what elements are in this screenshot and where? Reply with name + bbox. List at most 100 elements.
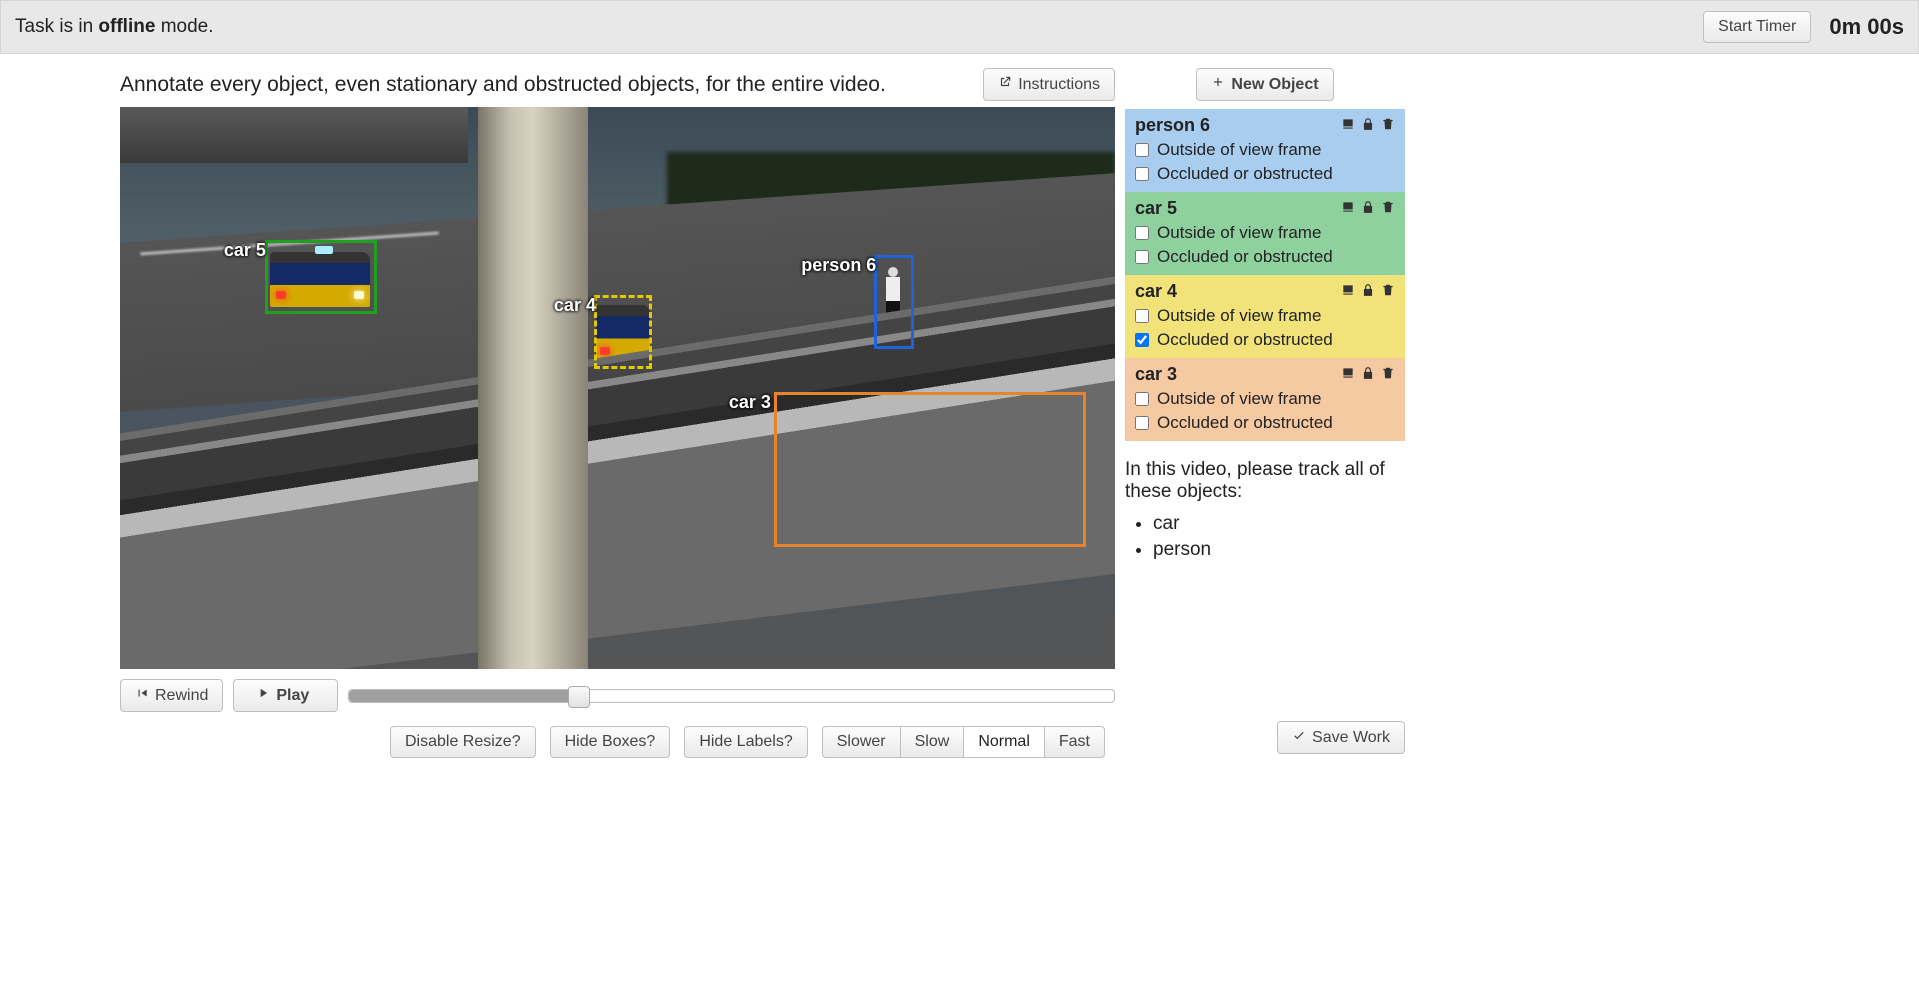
object-header: car 5 [1135, 198, 1395, 219]
tooltip-icon[interactable] [1341, 283, 1355, 300]
mode-text: Task is in offline mode. [15, 16, 214, 38]
object-panel: person 6 Outside of view frame Occluded … [1125, 109, 1405, 441]
outside-checkbox-row[interactable]: Outside of view frame [1135, 140, 1395, 160]
object-icons [1341, 200, 1395, 217]
speed-fast-button[interactable]: Fast [1044, 726, 1105, 758]
outside-checkbox-row[interactable]: Outside of view frame [1135, 306, 1395, 326]
play-button[interactable]: Play [233, 679, 338, 712]
bbox-person6[interactable]: person 6 [874, 255, 914, 349]
outside-checkbox-row[interactable]: Outside of view frame [1135, 223, 1395, 243]
hide-boxes-button[interactable]: Hide Boxes? [550, 726, 671, 758]
plus-icon [1211, 75, 1225, 94]
occluded-label: Occluded or obstructed [1157, 164, 1333, 184]
speed-slow-button[interactable]: Slow [900, 726, 964, 758]
rewind-button[interactable]: Rewind [120, 679, 223, 712]
disable-resize-label: Disable Resize? [405, 733, 521, 751]
options-row: Disable Resize? Hide Boxes? Hide Labels?… [120, 726, 1115, 758]
object-header: car 3 [1135, 364, 1395, 385]
slider-fill [349, 690, 578, 702]
tooltip-icon[interactable] [1341, 117, 1355, 134]
occluded-label: Occluded or obstructed [1157, 247, 1333, 267]
speed-normal-button[interactable]: Normal [963, 726, 1044, 758]
occluded-checkbox[interactable] [1135, 416, 1149, 430]
instructions-button[interactable]: Instructions [983, 68, 1115, 101]
instructions-label: Instructions [1018, 76, 1100, 94]
playback-row: Rewind Play [120, 679, 1115, 712]
task-title-row: Annotate every object, even stationary a… [120, 68, 1115, 101]
play-label: Play [276, 687, 309, 705]
timer-display: 0m 00s [1829, 14, 1904, 40]
occluded-checkbox[interactable] [1135, 333, 1149, 347]
outside-label: Outside of view frame [1157, 140, 1321, 160]
lock-icon[interactable] [1361, 283, 1375, 300]
mode-word: offline [98, 16, 155, 37]
object-item-car3[interactable]: car 3 Outside of view frame Occluded or … [1125, 358, 1405, 441]
occluded-checkbox[interactable] [1135, 250, 1149, 264]
object-name: car 3 [1135, 364, 1177, 385]
track-instructions: In this video, please track all of these… [1125, 459, 1405, 503]
trash-icon[interactable] [1381, 283, 1395, 300]
check-icon [1292, 728, 1306, 747]
popup-icon [998, 75, 1012, 94]
top-bar-right: Start Timer 0m 00s [1703, 11, 1904, 43]
object-header: person 6 [1135, 115, 1395, 136]
hide-labels-button[interactable]: Hide Labels? [684, 726, 807, 758]
object-icons [1341, 117, 1395, 134]
object-header: car 4 [1135, 281, 1395, 302]
bbox-car5[interactable]: car 5 [265, 240, 377, 314]
object-name: person 6 [1135, 115, 1210, 136]
occluded-checkbox-row[interactable]: Occluded or obstructed [1135, 413, 1395, 433]
start-timer-button[interactable]: Start Timer [1703, 11, 1811, 43]
trash-icon[interactable] [1381, 117, 1395, 134]
start-timer-label: Start Timer [1718, 18, 1796, 36]
new-object-wrap: New Object [1125, 68, 1405, 101]
hide-labels-label: Hide Labels? [699, 733, 792, 751]
new-object-button[interactable]: New Object [1196, 68, 1333, 101]
object-icons [1341, 283, 1395, 300]
outside-checkbox[interactable] [1135, 143, 1149, 157]
object-item-car4[interactable]: car 4 Outside of view frame Occluded or … [1125, 275, 1405, 358]
object-item-car5[interactable]: car 5 Outside of view frame Occluded or … [1125, 192, 1405, 275]
scene-pillar [478, 107, 587, 669]
video-frame[interactable]: car 5 car 4 person 6 car 3 [120, 107, 1115, 669]
outside-checkbox-row[interactable]: Outside of view frame [1135, 389, 1395, 409]
bbox-label-car4: car 4 [554, 295, 596, 316]
outside-label: Outside of view frame [1157, 389, 1321, 409]
left-column: Annotate every object, even stationary a… [120, 68, 1115, 758]
mode-suffix: mode. [155, 16, 213, 37]
object-item-person6[interactable]: person 6 Outside of view frame Occluded … [1125, 109, 1405, 192]
lock-icon[interactable] [1361, 200, 1375, 217]
mode-prefix: Task is in [15, 16, 98, 37]
scene-upper-deck [120, 107, 468, 163]
lock-icon[interactable] [1361, 117, 1375, 134]
new-object-label: New Object [1231, 76, 1318, 94]
trash-icon[interactable] [1381, 366, 1395, 383]
occluded-checkbox[interactable] [1135, 167, 1149, 181]
outside-checkbox[interactable] [1135, 226, 1149, 240]
slider-track[interactable] [348, 689, 1115, 703]
tooltip-icon[interactable] [1341, 200, 1355, 217]
bbox-car3[interactable]: car 3 [774, 392, 1086, 547]
object-icons [1341, 366, 1395, 383]
save-label: Save Work [1312, 729, 1390, 747]
disable-resize-button[interactable]: Disable Resize? [390, 726, 536, 758]
slider-thumb[interactable] [568, 686, 590, 708]
object-name: car 4 [1135, 281, 1177, 302]
save-work-button[interactable]: Save Work [1277, 721, 1405, 754]
occluded-checkbox-row[interactable]: Occluded or obstructed [1135, 247, 1395, 267]
outside-checkbox[interactable] [1135, 392, 1149, 406]
trash-icon[interactable] [1381, 200, 1395, 217]
tooltip-icon[interactable] [1341, 366, 1355, 383]
progress-slider[interactable] [348, 689, 1115, 703]
occluded-checkbox-row[interactable]: Occluded or obstructed [1135, 330, 1395, 350]
play-icon [256, 686, 270, 705]
hide-boxes-label: Hide Boxes? [565, 733, 656, 751]
bbox-car4[interactable]: car 4 [594, 295, 652, 369]
speed-slower-button[interactable]: Slower [822, 726, 900, 758]
occluded-checkbox-row[interactable]: Occluded or obstructed [1135, 164, 1395, 184]
rewind-icon [135, 686, 149, 705]
lock-icon[interactable] [1361, 366, 1375, 383]
outside-checkbox[interactable] [1135, 309, 1149, 323]
top-bar: Task is in offline mode. Start Timer 0m … [0, 0, 1919, 54]
occluded-label: Occluded or obstructed [1157, 330, 1333, 350]
